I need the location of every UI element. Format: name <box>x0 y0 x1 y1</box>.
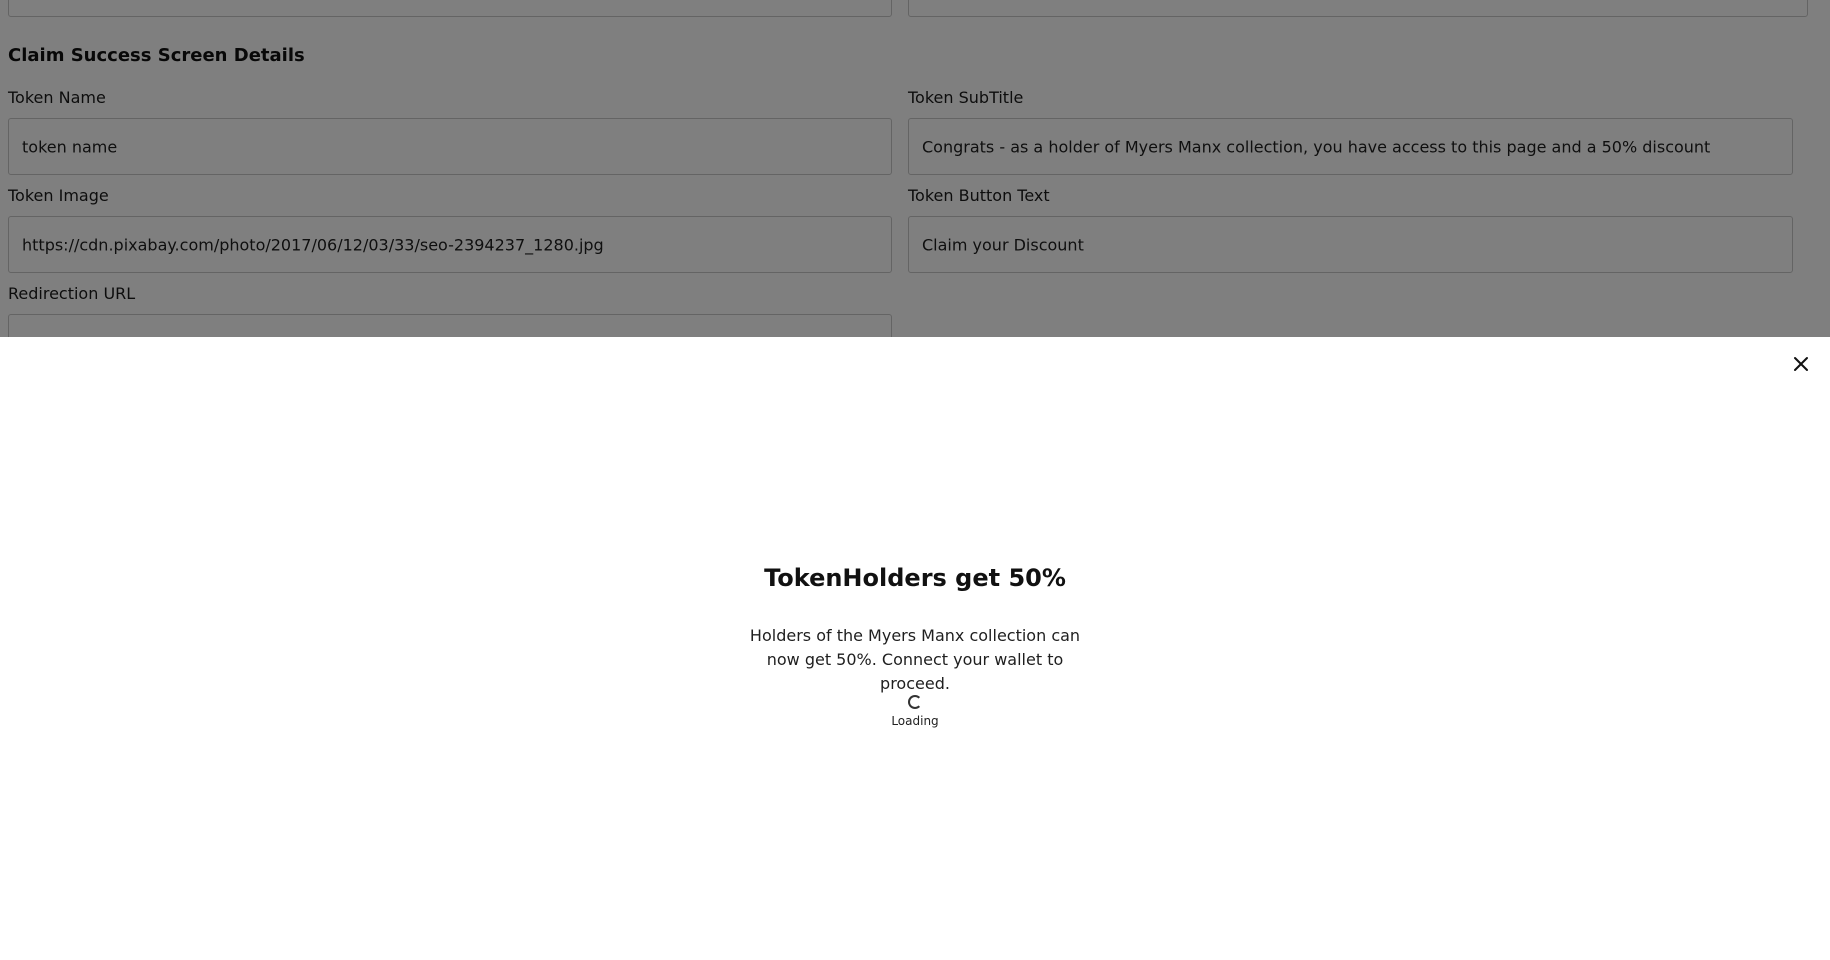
previous-field-left[interactable] <box>8 0 892 17</box>
modal-title: TokenHolders get 50% <box>764 564 1066 592</box>
redirection-url-label: Redirection URL <box>8 284 136 303</box>
token-subtitle-input[interactable]: Congrats - as a holder of Myers Manx col… <box>908 118 1793 175</box>
token-name-value: token name <box>22 137 118 156</box>
token-image-label: Token Image <box>8 186 109 205</box>
section-title: Claim Success Screen Details <box>8 45 305 66</box>
token-subtitle-value: Congrats - as a holder of Myers Manx col… <box>922 137 1711 156</box>
token-image-value: https://cdn.pixabay.com/photo/2017/06/12… <box>22 235 604 254</box>
previous-field-right[interactable] <box>908 0 1808 17</box>
token-name-input[interactable]: token name <box>8 118 892 175</box>
modal-description: Holders of the Myers Manx collection can… <box>749 626 1081 693</box>
token-name-label: Token Name <box>8 88 106 107</box>
token-button-text-label: Token Button Text <box>908 186 1050 205</box>
token-gate-modal: TokenHolders get 50% Holders of the Myer… <box>0 337 1830 960</box>
claim-success-form: Claim Success Screen Details Token Name … <box>0 0 1830 337</box>
token-image-input[interactable]: https://cdn.pixabay.com/photo/2017/06/12… <box>8 216 892 273</box>
page: Claim Success Screen Details Token Name … <box>0 0 1830 960</box>
redirection-url-input[interactable] <box>8 314 892 337</box>
token-button-text-input[interactable]: Claim your Discount <box>908 216 1793 273</box>
spinner-icon <box>908 695 922 709</box>
loading-indicator: Loading <box>865 694 965 728</box>
close-icon[interactable] <box>1789 352 1813 376</box>
loading-label: Loading <box>891 714 939 728</box>
token-button-text-value: Claim your Discount <box>922 235 1084 254</box>
token-subtitle-label: Token SubTitle <box>908 88 1024 107</box>
